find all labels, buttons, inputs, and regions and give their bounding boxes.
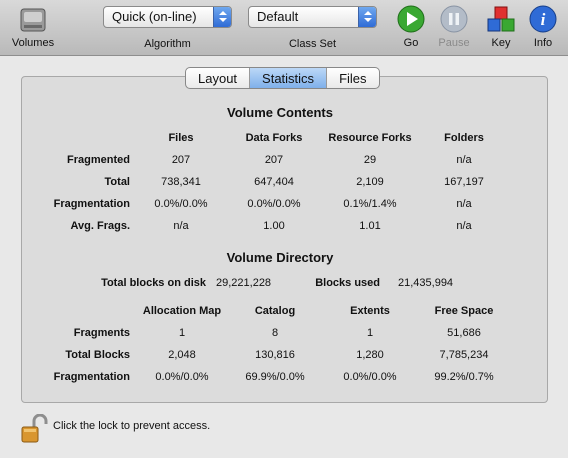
- vc-cell: n/a: [456, 198, 472, 210]
- hard-drive-icon: [20, 8, 46, 32]
- info-button[interactable]: i Info: [526, 3, 560, 55]
- vd-row-label: Fragmentation: [53, 371, 130, 383]
- total-blocks-value: 29,221,228: [216, 277, 272, 289]
- vd-cell: 130,816: [255, 349, 295, 361]
- vd-cell: 7,785,234: [439, 349, 489, 361]
- vc-cell: 647,404: [254, 176, 294, 188]
- vc-col-folders: Folders: [444, 132, 484, 144]
- pause-button[interactable]: Pause: [434, 3, 474, 55]
- blocks-used-label: Blocks used: [315, 277, 380, 289]
- tab-statistics[interactable]: Statistics: [250, 68, 328, 88]
- chevron-updown-icon: [213, 7, 231, 27]
- blocks-used-value: 21,435,994: [398, 277, 454, 289]
- vd-cell: 99.2%/0.7%: [434, 371, 494, 383]
- lock-status-text: Click the lock to prevent access.: [53, 420, 211, 432]
- go-label: Go: [403, 37, 419, 49]
- pause-label: Pause: [438, 37, 470, 49]
- go-button[interactable]: Go: [394, 3, 428, 55]
- volume-contents-title: Volume Contents: [227, 105, 333, 120]
- play-icon: [397, 5, 425, 33]
- vc-row-label: Fragmented: [67, 154, 130, 166]
- vc-row-label: Total: [104, 176, 130, 188]
- vd-cell: 51,686: [447, 327, 481, 339]
- algorithm-select[interactable]: Quick (on-line): [103, 6, 232, 28]
- vd-row-label: Fragments: [73, 327, 130, 339]
- vd-col-free-space: Free Space: [434, 305, 494, 317]
- vc-cell: n/a: [456, 154, 472, 166]
- vd-cell: 69.9%/0.0%: [245, 371, 305, 383]
- vc-cell: n/a: [456, 220, 472, 232]
- color-cubes-icon: [487, 6, 515, 32]
- vc-cell: 207: [264, 154, 284, 166]
- algorithm-value: Quick (on-line): [112, 9, 197, 24]
- vc-cell: 0.0%/0.0%: [247, 198, 301, 210]
- tab-bar: Layout Statistics Files: [185, 67, 380, 89]
- vc-row-label: Avg. Frags.: [70, 220, 131, 232]
- tab-files[interactable]: Files: [327, 68, 378, 88]
- toolbar: Volumes Quick (on-line) Algorithm Defaul…: [0, 0, 568, 56]
- volumes-label: Volumes: [11, 37, 55, 49]
- volumes-button[interactable]: Volumes: [6, 3, 60, 55]
- pause-icon: [440, 5, 468, 33]
- algorithm-label: Algorithm: [144, 38, 191, 50]
- vd-row-label: Total Blocks: [65, 349, 130, 361]
- vd-cell: 8: [271, 327, 279, 339]
- vd-col-catalog: Catalog: [254, 305, 296, 317]
- class-set-value: Default: [257, 9, 299, 24]
- vc-col-data-forks: Data Forks: [245, 132, 303, 144]
- total-blocks-label: Total blocks on disk: [101, 277, 206, 289]
- class-set-label: Class Set: [288, 38, 337, 50]
- chevron-updown-icon: [358, 7, 376, 27]
- info-icon: i: [529, 5, 557, 33]
- info-label: Info: [533, 37, 553, 49]
- svg-text:i: i: [541, 10, 546, 29]
- tab-layout[interactable]: Layout: [186, 68, 251, 88]
- key-label: Key: [491, 37, 511, 49]
- key-button[interactable]: Key: [484, 3, 518, 55]
- vc-row-label: Fragmentation: [53, 198, 130, 210]
- class-set-select[interactable]: Default: [248, 6, 377, 28]
- vc-cell: 167,197: [444, 176, 484, 188]
- volume-directory-title: Volume Directory: [226, 250, 334, 265]
- vc-cell: 1.00: [263, 220, 285, 232]
- lock-icon[interactable]: [20, 414, 48, 444]
